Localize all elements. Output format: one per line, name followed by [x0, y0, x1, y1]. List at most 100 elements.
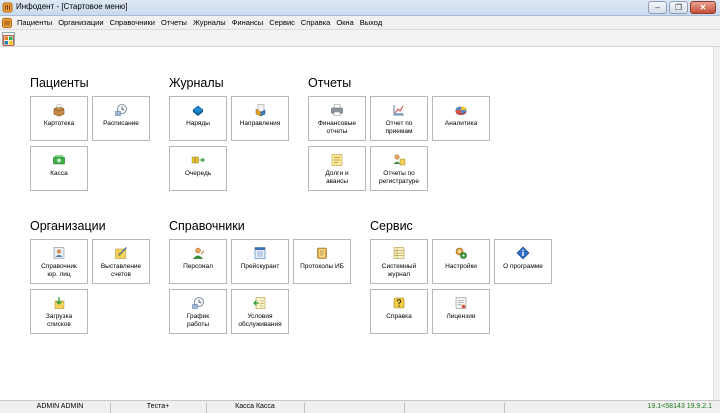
- info-icon: [516, 246, 530, 260]
- tile-work-schedule[interactable]: График работы: [169, 289, 227, 334]
- work-schedule-icon: [192, 297, 204, 309]
- infodent-app-icon[interactable]: [2, 2, 13, 13]
- tile-label: Персонал: [183, 263, 213, 270]
- tile-label: Отчеты по регистратуре: [378, 170, 419, 185]
- menu-items: Пациенты Организации Справочники Отчеты …: [14, 18, 385, 27]
- tile-label: График работы: [186, 313, 210, 328]
- tile-label: Направления: [239, 120, 281, 127]
- invoice-icon: [115, 247, 127, 259]
- status-separator: [304, 402, 305, 413]
- menu-windows[interactable]: Окна: [333, 18, 356, 27]
- menu-journals[interactable]: Журналы: [190, 18, 229, 27]
- menu-bar: Пациенты Организации Справочники Отчеты …: [0, 16, 720, 30]
- minimize-button[interactable]: –: [648, 1, 667, 14]
- staff-icon: [193, 247, 205, 259]
- tile-cashbox[interactable]: Касса: [30, 146, 88, 191]
- section-title-references: Справочники: [169, 219, 245, 233]
- tile-label: Настройки: [445, 263, 477, 270]
- status-version: 19.1<58143 19.9.2.1: [647, 403, 712, 410]
- toolbar: [0, 30, 720, 47]
- work-order-book-icon: [192, 105, 204, 116]
- appointments-report-icon: [393, 105, 404, 116]
- tile-label: Системный журнал: [381, 263, 417, 278]
- tile-label: Касса: [50, 170, 68, 177]
- status-separator: [404, 402, 405, 413]
- menu-patients[interactable]: Пациенты: [14, 18, 55, 27]
- tile-help[interactable]: Справка: [370, 289, 428, 334]
- tile-system-log[interactable]: Системный журнал: [370, 239, 428, 284]
- close-button[interactable]: ✕: [690, 1, 716, 14]
- tile-label: Аналитика: [444, 120, 478, 127]
- tile-registry-reports[interactable]: Отчеты по регистратуре: [370, 146, 428, 191]
- service-terms-icon: [253, 297, 266, 309]
- protocols-icon: [317, 247, 327, 259]
- referrals-icon: [255, 104, 266, 117]
- menu-reports[interactable]: Отчеты: [158, 18, 190, 27]
- tile-schedule[interactable]: Расписание: [92, 96, 150, 141]
- vertical-scrollbar[interactable]: [713, 47, 720, 400]
- minimize-icon: –: [655, 2, 660, 12]
- menu-service[interactable]: Сервис: [266, 18, 298, 27]
- debts-icon: [331, 154, 343, 166]
- menu-exit[interactable]: Выход: [357, 18, 385, 27]
- tile-debts-advances[interactable]: Долги и авансы: [308, 146, 366, 191]
- cash-register-icon: [53, 155, 65, 165]
- menu-finance[interactable]: Финансы: [229, 18, 267, 27]
- restore-button[interactable]: ❐: [669, 1, 688, 14]
- legal-entities-icon: [53, 247, 65, 259]
- tile-label: Справка: [386, 313, 412, 320]
- tile-label: Расписание: [103, 120, 139, 127]
- menu-references[interactable]: Справочники: [107, 18, 158, 27]
- tile-staff[interactable]: Персонал: [169, 239, 227, 284]
- tile-label: Условия обслуживания: [238, 313, 282, 328]
- menu-organizations[interactable]: Организации: [55, 18, 106, 27]
- start-menu-button[interactable]: [2, 32, 15, 46]
- tile-settings[interactable]: Настройки: [432, 239, 490, 284]
- tile-upload-lists[interactable]: Загрузка списков: [30, 289, 88, 334]
- tile-label: О программе: [503, 263, 543, 270]
- tile-legal-entities[interactable]: Справочник юр. лиц: [30, 239, 88, 284]
- system-log-icon: [393, 247, 405, 259]
- tile-licenses[interactable]: Лицензии: [432, 289, 490, 334]
- tile-label: Прейскурант: [240, 263, 280, 270]
- tile-label: Протоколы ИБ: [300, 263, 344, 270]
- section-title-service: Сервис: [370, 219, 413, 233]
- tile-work-orders[interactable]: Наряды: [169, 96, 227, 141]
- printer-icon: [331, 104, 343, 116]
- window-title: Инфодент - [Стартовое меню]: [16, 2, 128, 11]
- section-title-patients: Пациенты: [30, 76, 89, 90]
- tile-label: Картотека: [43, 120, 75, 127]
- tile-label: Лицензии: [446, 313, 476, 320]
- tile-referrals[interactable]: Направления: [231, 96, 289, 141]
- start-menu-panel: Пациенты Картотека Расписание Касса Журн…: [0, 47, 713, 400]
- title-bar: Инфодент - [Стартовое меню] – ❐ ✕: [0, 0, 720, 16]
- tile-label: Загрузка списков: [45, 313, 73, 328]
- tile-queue[interactable]: Очередь: [169, 146, 227, 191]
- window-controls: – ❐ ✕: [648, 1, 716, 14]
- tile-appointments-report[interactable]: Отчет по приемам: [370, 96, 428, 141]
- tile-financial-reports[interactable]: Финансовые отчеты: [308, 96, 366, 141]
- section-title-organizations: Организации: [30, 219, 106, 233]
- upload-lists-icon: [54, 297, 65, 309]
- menu-help[interactable]: Справка: [298, 18, 333, 27]
- grid-menu-icon: [3, 35, 14, 46]
- section-title-journals: Журналы: [169, 76, 224, 90]
- status-cashbox: Касса Касса: [235, 403, 275, 410]
- tile-analytics[interactable]: Аналитика: [432, 96, 490, 141]
- tile-service-terms[interactable]: Условия обслуживания: [231, 289, 289, 334]
- tile-card-index[interactable]: Картотека: [30, 96, 88, 141]
- tile-label: Отчет по приемам: [385, 120, 413, 135]
- tile-label: Справочник юр. лиц: [41, 263, 77, 278]
- tile-protocols[interactable]: Протоколы ИБ: [293, 239, 351, 284]
- status-bar: ADMIN ADMIN Теста+ Касса Касса 19.1<5814…: [0, 400, 720, 413]
- section-title-reports: Отчеты: [308, 76, 352, 90]
- help-icon: [393, 297, 405, 309]
- settings-gear-icon: [455, 247, 467, 259]
- tile-about[interactable]: О программе: [494, 239, 552, 284]
- tile-invoicing[interactable]: Выставление счетов: [92, 239, 150, 284]
- license-icon: [455, 297, 467, 309]
- schedule-clock-icon: [115, 104, 127, 116]
- tile-label: Очередь: [184, 170, 212, 177]
- mdi-child-icon[interactable]: [2, 18, 12, 28]
- tile-price-list[interactable]: Прейскурант: [231, 239, 289, 284]
